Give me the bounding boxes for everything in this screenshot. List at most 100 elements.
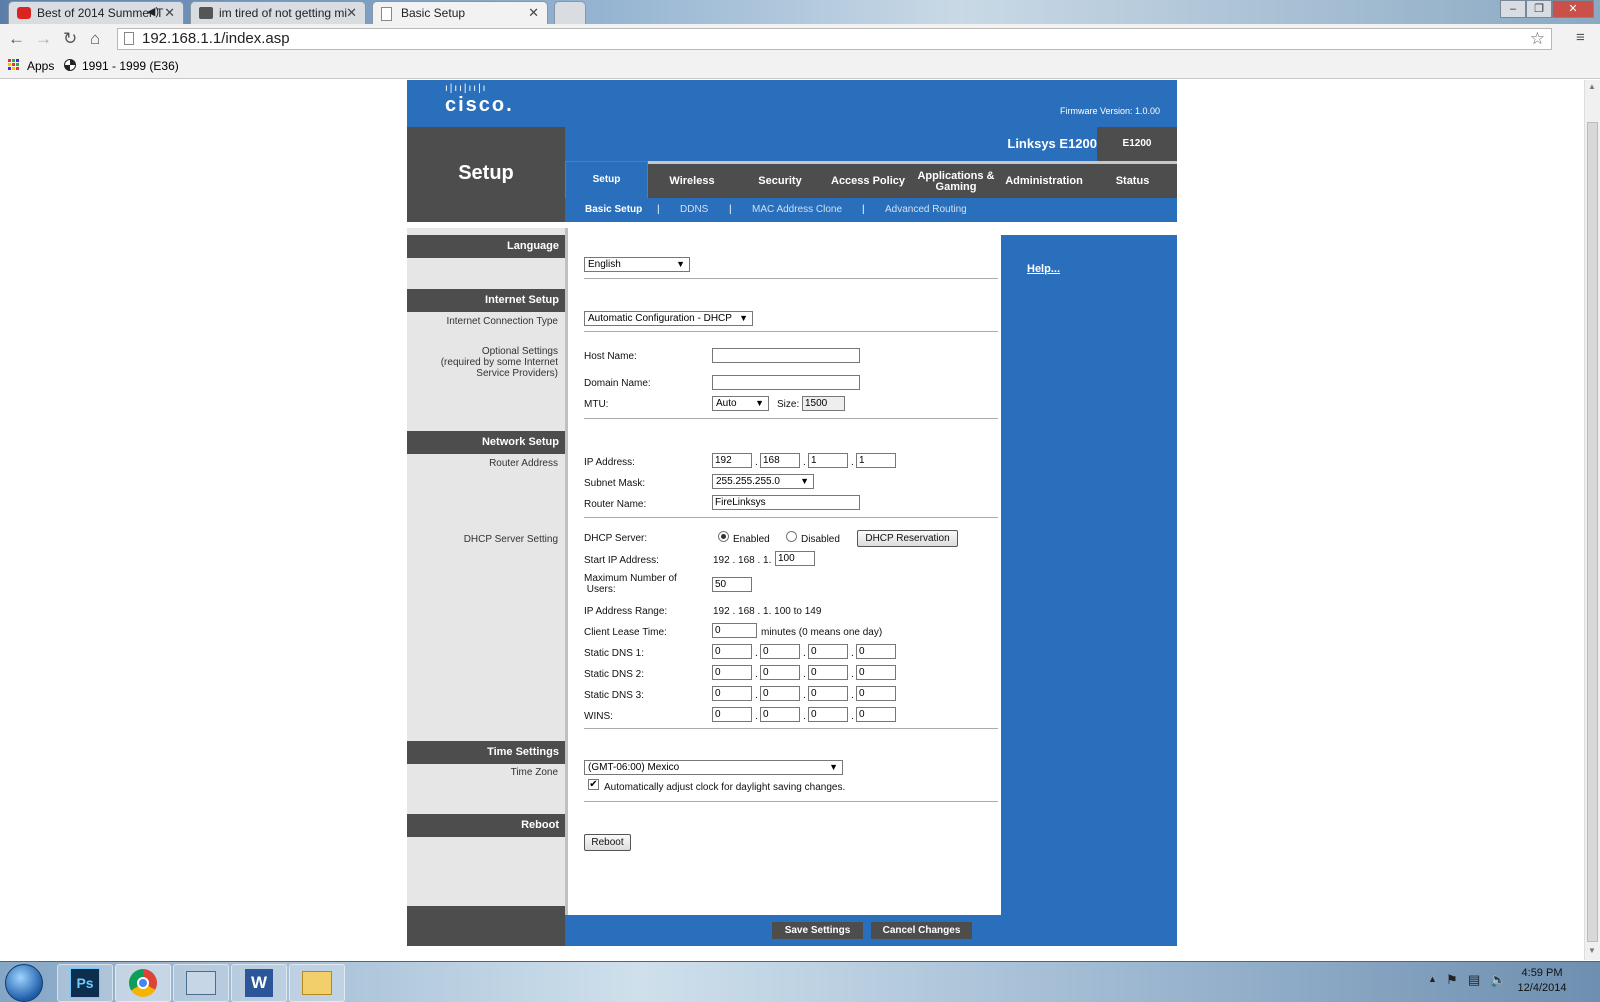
forward-icon[interactable]: → <box>35 29 52 49</box>
close-icon[interactable]: ✕ <box>528 5 539 21</box>
ip-octet-3[interactable] <box>808 453 848 468</box>
address-bar[interactable]: 192.168.1.1/index.asp ☆ <box>117 28 1552 50</box>
tab-administration[interactable]: Administration <box>1000 164 1088 199</box>
action-center-icon[interactable]: ⚑ <box>1446 972 1458 988</box>
taskbar-photoshop[interactable]: Ps <box>57 964 113 1002</box>
dhcp-disabled-radio[interactable] <box>786 531 797 542</box>
tab-applications-gaming[interactable]: Applications & Gaming <box>912 164 1000 199</box>
browser-tab-youtube[interactable]: Best of 2014 Summer T ◀) ✕ <box>8 1 184 24</box>
reload-icon[interactable]: ↻ <box>63 29 77 49</box>
bookmark-e36[interactable]: 1991 - 1999 (E36) <box>82 59 179 73</box>
wins-octet-1[interactable] <box>712 707 752 722</box>
domain-name-input[interactable] <box>712 375 860 390</box>
ip-address-label: IP Address: <box>584 457 635 468</box>
dns3-octet-4[interactable] <box>856 686 896 701</box>
page-scrollbar[interactable]: ▲ ▼ <box>1584 80 1600 960</box>
router-name-input[interactable] <box>712 495 860 510</box>
lease-time-input[interactable] <box>712 623 757 638</box>
subnet-mask-select[interactable]: 255.255.255.0 ▼ <box>712 474 814 489</box>
start-ip-input[interactable] <box>775 551 815 566</box>
scroll-down-icon[interactable]: ▼ <box>1588 946 1596 955</box>
mtu-select[interactable]: Auto ▼ <box>712 396 769 411</box>
apps-icon <box>8 59 19 70</box>
maximize-button[interactable]: ❐ <box>1526 0 1552 18</box>
taskbar-chrome[interactable] <box>115 964 171 1002</box>
browser-tab-forum[interactable]: im tired of not getting mi ✕ <box>190 1 366 24</box>
wins-octet-2[interactable] <box>760 707 800 722</box>
menu-icon[interactable]: ≡ <box>1576 29 1585 46</box>
close-icon[interactable]: ✕ <box>346 5 357 21</box>
volume-icon[interactable]: 🔈 <box>1490 972 1506 988</box>
wins-octet-4[interactable] <box>856 707 896 722</box>
dhcp-reservation-button[interactable]: DHCP Reservation <box>857 530 958 547</box>
taskbar-network[interactable] <box>173 964 229 1002</box>
scrollbar-thumb[interactable] <box>1587 122 1598 942</box>
ip-range-value: 192 . 168 . 1. 100 to 149 <box>713 606 822 617</box>
bookmark-apps[interactable]: Apps <box>27 59 54 73</box>
close-window-button[interactable]: ✕ <box>1552 0 1594 18</box>
dst-checkbox[interactable]: ✔ <box>588 779 599 790</box>
subtab-advanced-routing[interactable]: Advanced Routing <box>885 204 967 215</box>
dns2-octet-2[interactable] <box>760 665 800 680</box>
dns1-octet-2[interactable] <box>760 644 800 659</box>
dns3-octet-2[interactable] <box>760 686 800 701</box>
home-icon[interactable]: ⌂ <box>90 29 100 49</box>
taskbar-word[interactable]: W <box>231 964 287 1002</box>
star-icon[interactable]: ☆ <box>1530 29 1545 49</box>
dropdown-arrow-icon: ▼ <box>739 313 748 323</box>
subnet-mask-label: Subnet Mask: <box>584 478 646 489</box>
dns2-octet-4[interactable] <box>856 665 896 680</box>
dropdown-arrow-icon: ▼ <box>829 762 838 772</box>
save-settings-button[interactable]: Save Settings <box>772 922 863 939</box>
dhcp-enabled-radio[interactable] <box>718 531 729 542</box>
dns1-octet-3[interactable] <box>808 644 848 659</box>
scroll-up-icon[interactable]: ▲ <box>1588 82 1596 91</box>
tab-security[interactable]: Security <box>736 164 824 199</box>
dns2-octet-1[interactable] <box>712 665 752 680</box>
tab-wireless[interactable]: Wireless <box>648 164 736 199</box>
ip-octet-1[interactable] <box>712 453 752 468</box>
cancel-changes-button[interactable]: Cancel Changes <box>871 922 972 939</box>
ip-octet-4[interactable] <box>856 453 896 468</box>
dot-separator: . <box>755 648 758 659</box>
subtab-ddns[interactable]: DDNS <box>680 204 708 215</box>
help-link[interactable]: Help... <box>1027 263 1060 275</box>
mtu-size-input[interactable] <box>802 396 845 411</box>
browser-tab-bar: Best of 2014 Summer T ◀) ✕ im tired of n… <box>0 0 1600 24</box>
minimize-button[interactable]: – <box>1500 0 1526 18</box>
host-name-input[interactable] <box>712 348 860 363</box>
tab-access-policy[interactable]: Access Policy <box>824 164 912 199</box>
dhcp-enabled-label: Enabled <box>733 534 770 545</box>
tray-expand-icon[interactable]: ▲ <box>1428 974 1437 984</box>
time-zone-select[interactable]: (GMT-06:00) Mexico ▼ <box>584 760 843 775</box>
wins-octet-3[interactable] <box>808 707 848 722</box>
cisco-logo: ı|ıı|ıı|ı cisco. <box>445 83 514 117</box>
ip-octet-2[interactable] <box>760 453 800 468</box>
reboot-button[interactable]: Reboot <box>584 834 631 851</box>
close-icon[interactable]: ✕ <box>164 5 175 21</box>
connection-type-select[interactable]: Automatic Configuration - DHCP ▼ <box>584 311 753 326</box>
start-orb-icon[interactable] <box>5 964 43 1002</box>
dns3-octet-1[interactable] <box>712 686 752 701</box>
dhcp-server-label: DHCP Server: <box>584 533 648 544</box>
bmw-logo-icon <box>64 59 76 71</box>
subtab-mac-address-clone[interactable]: MAC Address Clone <box>752 204 842 215</box>
max-users-input[interactable] <box>712 577 752 592</box>
dot-separator: . <box>755 711 758 722</box>
subtab-basic-setup[interactable]: Basic Setup <box>585 204 642 215</box>
dns1-octet-4[interactable] <box>856 644 896 659</box>
dns2-octet-3[interactable] <box>808 665 848 680</box>
tab-setup[interactable]: Setup <box>565 161 648 199</box>
tab-status[interactable]: Status <box>1088 164 1177 199</box>
taskbar-clock[interactable]: 4:59 PM 12/4/2014 <box>1512 966 1572 996</box>
network-tray-icon[interactable]: ▤ <box>1468 972 1480 988</box>
dot-separator: . <box>851 648 854 659</box>
language-select[interactable]: English ▼ <box>584 257 690 272</box>
back-icon[interactable]: ← <box>8 29 25 49</box>
new-tab-button[interactable] <box>554 1 586 24</box>
speaker-icon: ◀) <box>146 6 159 18</box>
dns3-octet-3[interactable] <box>808 686 848 701</box>
taskbar-explorer[interactable] <box>289 964 345 1002</box>
dns1-octet-1[interactable] <box>712 644 752 659</box>
browser-tab-basic-setup[interactable]: Basic Setup ✕ <box>372 1 548 24</box>
